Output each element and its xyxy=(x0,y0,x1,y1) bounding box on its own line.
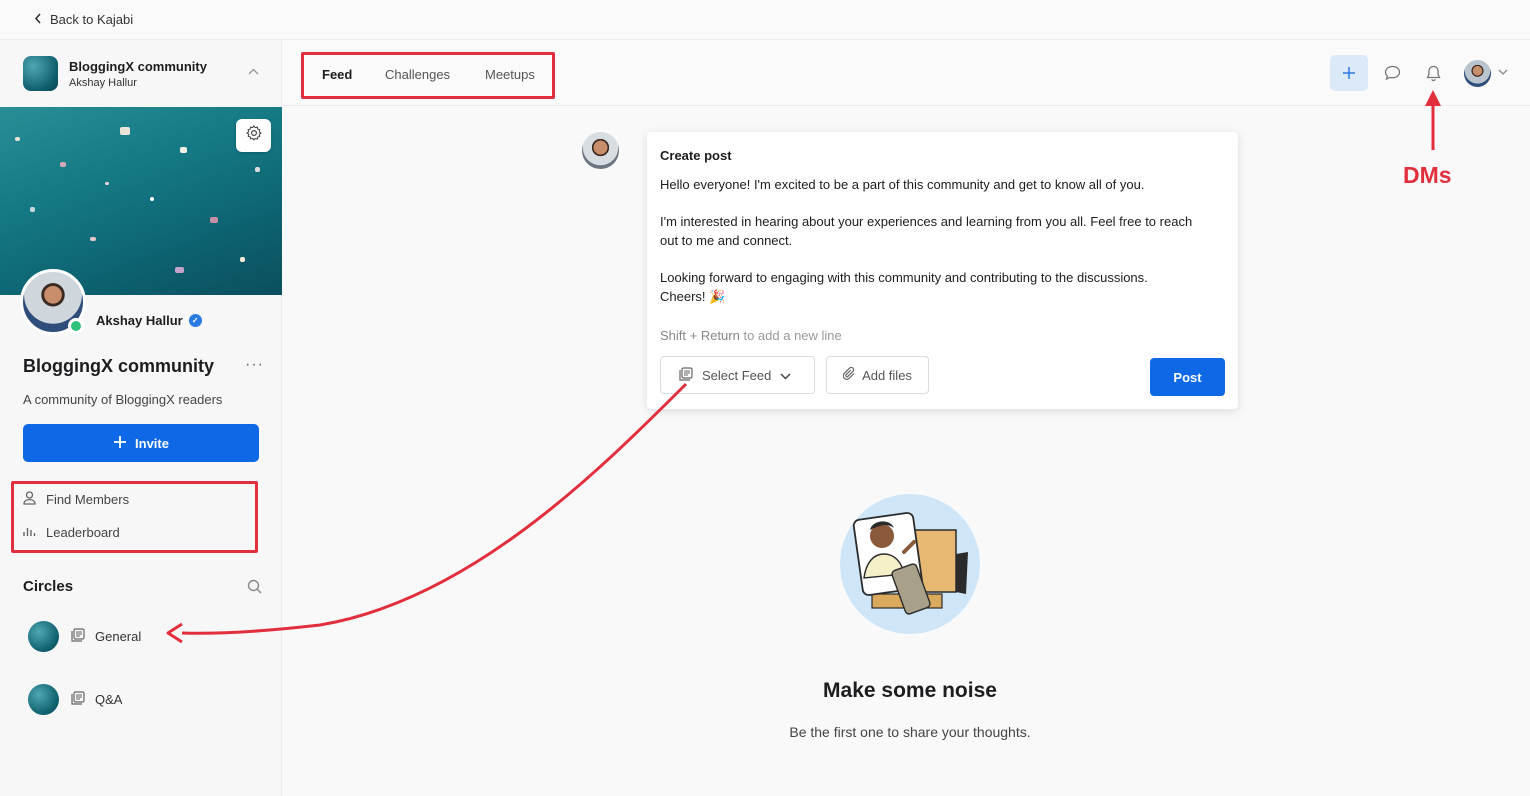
post-body-paragraph[interactable]: Hello everyone! I'm excited to be a part… xyxy=(660,175,1220,194)
hint-keys: Shift + Return xyxy=(660,328,740,343)
main-header: Feed Challenges Meetups xyxy=(283,41,1530,106)
empty-state-subtitle: Be the first one to share your thoughts. xyxy=(789,724,1031,740)
chat-bubble-icon[interactable] xyxy=(1384,65,1401,86)
bar-chart-icon xyxy=(23,525,36,540)
chevron-down-icon xyxy=(780,368,791,383)
add-files-label: Add files xyxy=(862,367,912,383)
chevron-up-icon xyxy=(248,66,259,78)
post-author-avatar xyxy=(582,132,619,169)
sidebar-item-find-members[interactable]: Find Members xyxy=(23,491,129,508)
sidebar-item-label: Leaderboard xyxy=(46,525,120,540)
community-description: A community of BloggingX readers xyxy=(23,392,223,407)
select-feed-label: Select Feed xyxy=(702,367,772,383)
circle-avatar xyxy=(28,621,59,652)
sidebar-item-label: Find Members xyxy=(46,492,130,507)
verified-badge-icon: ✓ xyxy=(188,314,202,327)
top-bar: Back to Kajabi xyxy=(0,0,1530,40)
feed-icon xyxy=(679,366,693,384)
tab-challenges[interactable]: Challenges xyxy=(385,67,450,82)
gear-icon xyxy=(245,124,263,147)
community-switcher[interactable]: BloggingX community Akshay Hallur xyxy=(0,41,282,107)
back-label: Back to Kajabi xyxy=(50,12,134,27)
invite-button[interactable]: Invite xyxy=(23,424,259,462)
circle-item-general[interactable]: General xyxy=(28,621,141,652)
create-post-title: Create post xyxy=(660,148,732,163)
select-feed-dropdown[interactable]: Select Feed xyxy=(660,356,815,394)
tab-meetups[interactable]: Meetups xyxy=(485,67,535,82)
online-status-indicator xyxy=(68,318,84,334)
plus-icon xyxy=(1343,63,1355,84)
post-text-line: Looking forward to engaging with this co… xyxy=(660,270,1148,285)
tab-feed[interactable]: Feed xyxy=(322,67,352,82)
create-post-card: Create post Hello everyone! I'm excited … xyxy=(647,132,1238,409)
paperclip-icon xyxy=(842,366,856,384)
post-text-line: Cheers! 🎉 xyxy=(660,289,726,304)
empty-state-illustration xyxy=(838,494,982,634)
banner-settings-button[interactable] xyxy=(236,119,271,152)
plus-icon xyxy=(113,435,127,452)
feed-icon xyxy=(71,628,85,645)
community-title: BloggingX community xyxy=(23,356,214,376)
create-button[interactable] xyxy=(1330,55,1368,91)
more-options-icon[interactable]: ··· xyxy=(245,356,264,374)
circles-heading: Circles xyxy=(23,578,74,595)
user-avatar[interactable] xyxy=(1464,60,1491,87)
post-body-paragraph[interactable]: I'm interested in hearing about your exp… xyxy=(660,212,1220,250)
new-line-hint: Shift + Return to add a new line xyxy=(660,328,842,343)
post-text-line: I'm interested in hearing about your exp… xyxy=(660,214,1193,229)
post-body-paragraph[interactable]: Looking forward to engaging with this co… xyxy=(660,268,1220,306)
hint-text: to add a new line xyxy=(739,328,842,343)
back-link[interactable]: Back to Kajabi xyxy=(34,12,133,27)
chevron-down-icon[interactable] xyxy=(1498,67,1508,78)
profile-name-row: Akshay Hallur ✓ xyxy=(96,313,202,328)
chevron-left-icon xyxy=(34,12,42,27)
post-text-line: Hello everyone! I'm excited to be a part… xyxy=(660,177,1145,192)
post-button[interactable]: Post xyxy=(1150,358,1225,396)
empty-state-title: Make some noise xyxy=(823,679,997,702)
circles-search-icon[interactable] xyxy=(247,579,262,599)
dms-annotation-label: DMs xyxy=(1403,162,1452,188)
person-icon xyxy=(23,491,36,508)
community-banner xyxy=(0,107,282,295)
community-name: BloggingX community xyxy=(69,59,207,74)
circle-avatar xyxy=(28,684,59,715)
profile-name: Akshay Hallur xyxy=(96,313,183,328)
community-owner: Akshay Hallur xyxy=(69,77,137,89)
circle-item-qa[interactable]: Q&A xyxy=(28,684,122,715)
sidebar: BloggingX community Akshay Hallur Akshay… xyxy=(0,41,282,796)
circle-item-label: General xyxy=(95,629,142,644)
invite-label: Invite xyxy=(135,435,169,451)
community-logo xyxy=(23,56,58,91)
add-files-button[interactable]: Add files xyxy=(826,356,929,394)
bell-icon[interactable] xyxy=(1426,65,1441,87)
sidebar-item-leaderboard[interactable]: Leaderboard xyxy=(23,525,120,540)
post-text-line: out to me and connect. xyxy=(660,233,793,248)
feed-icon xyxy=(71,691,85,708)
circle-item-label: Q&A xyxy=(95,692,123,707)
